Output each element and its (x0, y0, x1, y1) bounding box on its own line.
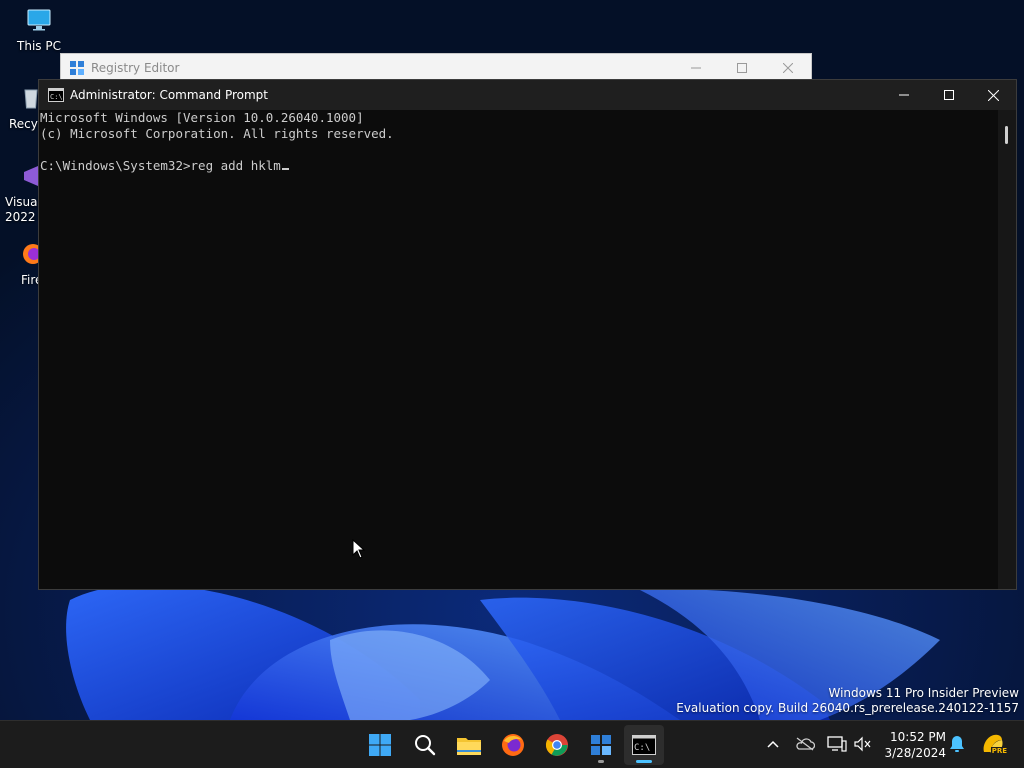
command-prompt-icon: C:\ (632, 735, 656, 755)
preview-badge: PRE (990, 747, 1008, 755)
start-button[interactable] (360, 725, 400, 765)
bell-icon (950, 736, 964, 752)
close-icon (783, 63, 793, 73)
console-scrollbar[interactable] (998, 110, 1016, 589)
start-icon (369, 734, 391, 756)
maximize-button[interactable] (926, 80, 971, 110)
network-button[interactable] (826, 733, 848, 755)
taskbar-command-prompt[interactable]: C:\ (624, 725, 664, 765)
onedrive-button[interactable] (794, 733, 816, 755)
watermark-build: Evaluation copy. Build 26040.rs_prerelea… (676, 701, 1019, 715)
maximize-icon (943, 90, 954, 100)
minimize-button[interactable] (673, 54, 719, 82)
close-button[interactable] (765, 54, 811, 82)
running-indicator (598, 760, 604, 763)
text-cursor (281, 168, 289, 170)
taskbar-registry-editor[interactable] (581, 725, 621, 765)
taskbar-firefox[interactable] (493, 725, 533, 765)
watermark-edition: Windows 11 Pro Insider Preview (828, 686, 1019, 700)
clock-date: 3/28/2024 (884, 746, 946, 760)
volume-muted-icon (854, 736, 871, 752)
desktop-icon-visual-studio[interactable]: Visual 2022 P (0, 162, 47, 225)
console-input-line[interactable]: C:\Windows\System32>reg add hklm (40, 158, 998, 174)
console-output[interactable]: Microsoft Windows [Version 10.0.26040.10… (39, 110, 998, 589)
desktop: This PC Recyc Visual 2022 P Fire Regis (0, 0, 1024, 720)
command-prompt-title: Administrator: Command Prompt (70, 88, 268, 102)
desktop-icon-firefox[interactable]: Fire (0, 240, 43, 287)
desktop-icon-this-pc[interactable]: This PC (0, 6, 78, 53)
registry-editor-title: Registry Editor (91, 61, 180, 75)
maximize-button[interactable] (719, 54, 765, 82)
search-button[interactable] (405, 725, 445, 765)
registry-editor-icon (70, 61, 84, 75)
close-icon (988, 89, 999, 101)
mouse-pointer-icon (352, 539, 366, 559)
copilot-preview-button[interactable]: PRE (980, 733, 1008, 755)
monitor-icon (27, 9, 51, 31)
network-icon (827, 736, 847, 752)
cloud-offline-icon (796, 737, 815, 751)
desktop-icon-label: Fire (21, 273, 43, 287)
notifications-button[interactable] (946, 733, 968, 755)
svg-text:C:\: C:\ (634, 743, 650, 753)
maximize-icon (737, 63, 747, 73)
console-line: (c) Microsoft Corporation. All rights re… (40, 126, 394, 141)
taskbar-chrome[interactable] (537, 725, 577, 765)
search-icon (415, 735, 436, 756)
desktop-icon-label: Visual 2022 P (5, 195, 47, 224)
scrollbar-thumb[interactable] (1005, 126, 1008, 144)
taskbar: C:\ 10:52 PM 3/28/2024 PRE (0, 720, 1024, 768)
taskbar-file-explorer[interactable] (449, 725, 489, 765)
file-explorer-icon (457, 738, 481, 755)
firefox-icon (502, 734, 524, 756)
show-hidden-icons-button[interactable] (762, 733, 784, 755)
clock-time: 10:52 PM (890, 730, 946, 744)
command-prompt-titlebar[interactable]: C:\ Administrator: Command Prompt (39, 80, 1016, 110)
registry-editor-icon (591, 735, 611, 755)
chevron-up-icon (767, 740, 779, 748)
insider-watermark: Windows 11 Pro Insider Preview Evaluatio… (676, 686, 1019, 716)
command-prompt-window[interactable]: C:\ Administrator: Command Prompt Micros… (38, 79, 1017, 590)
minimize-icon (691, 67, 701, 69)
close-button[interactable] (971, 80, 1016, 110)
volume-button[interactable] (852, 733, 874, 755)
chrome-icon (545, 734, 568, 756)
minimize-icon (898, 94, 909, 96)
console-prompt-text: C:\Windows\System32>reg add hklm (40, 158, 281, 173)
active-indicator (636, 760, 652, 763)
console-line: Microsoft Windows [Version 10.0.26040.10… (40, 110, 364, 125)
command-prompt-icon: C:\ (48, 88, 64, 102)
registry-editor-titlebar[interactable]: Registry Editor (61, 54, 811, 82)
minimize-button[interactable] (881, 80, 926, 110)
clock[interactable]: 10:52 PM 3/28/2024 (880, 729, 946, 761)
desktop-icon-label: This PC (17, 39, 61, 53)
svg-text:C:\: C:\ (50, 93, 63, 101)
